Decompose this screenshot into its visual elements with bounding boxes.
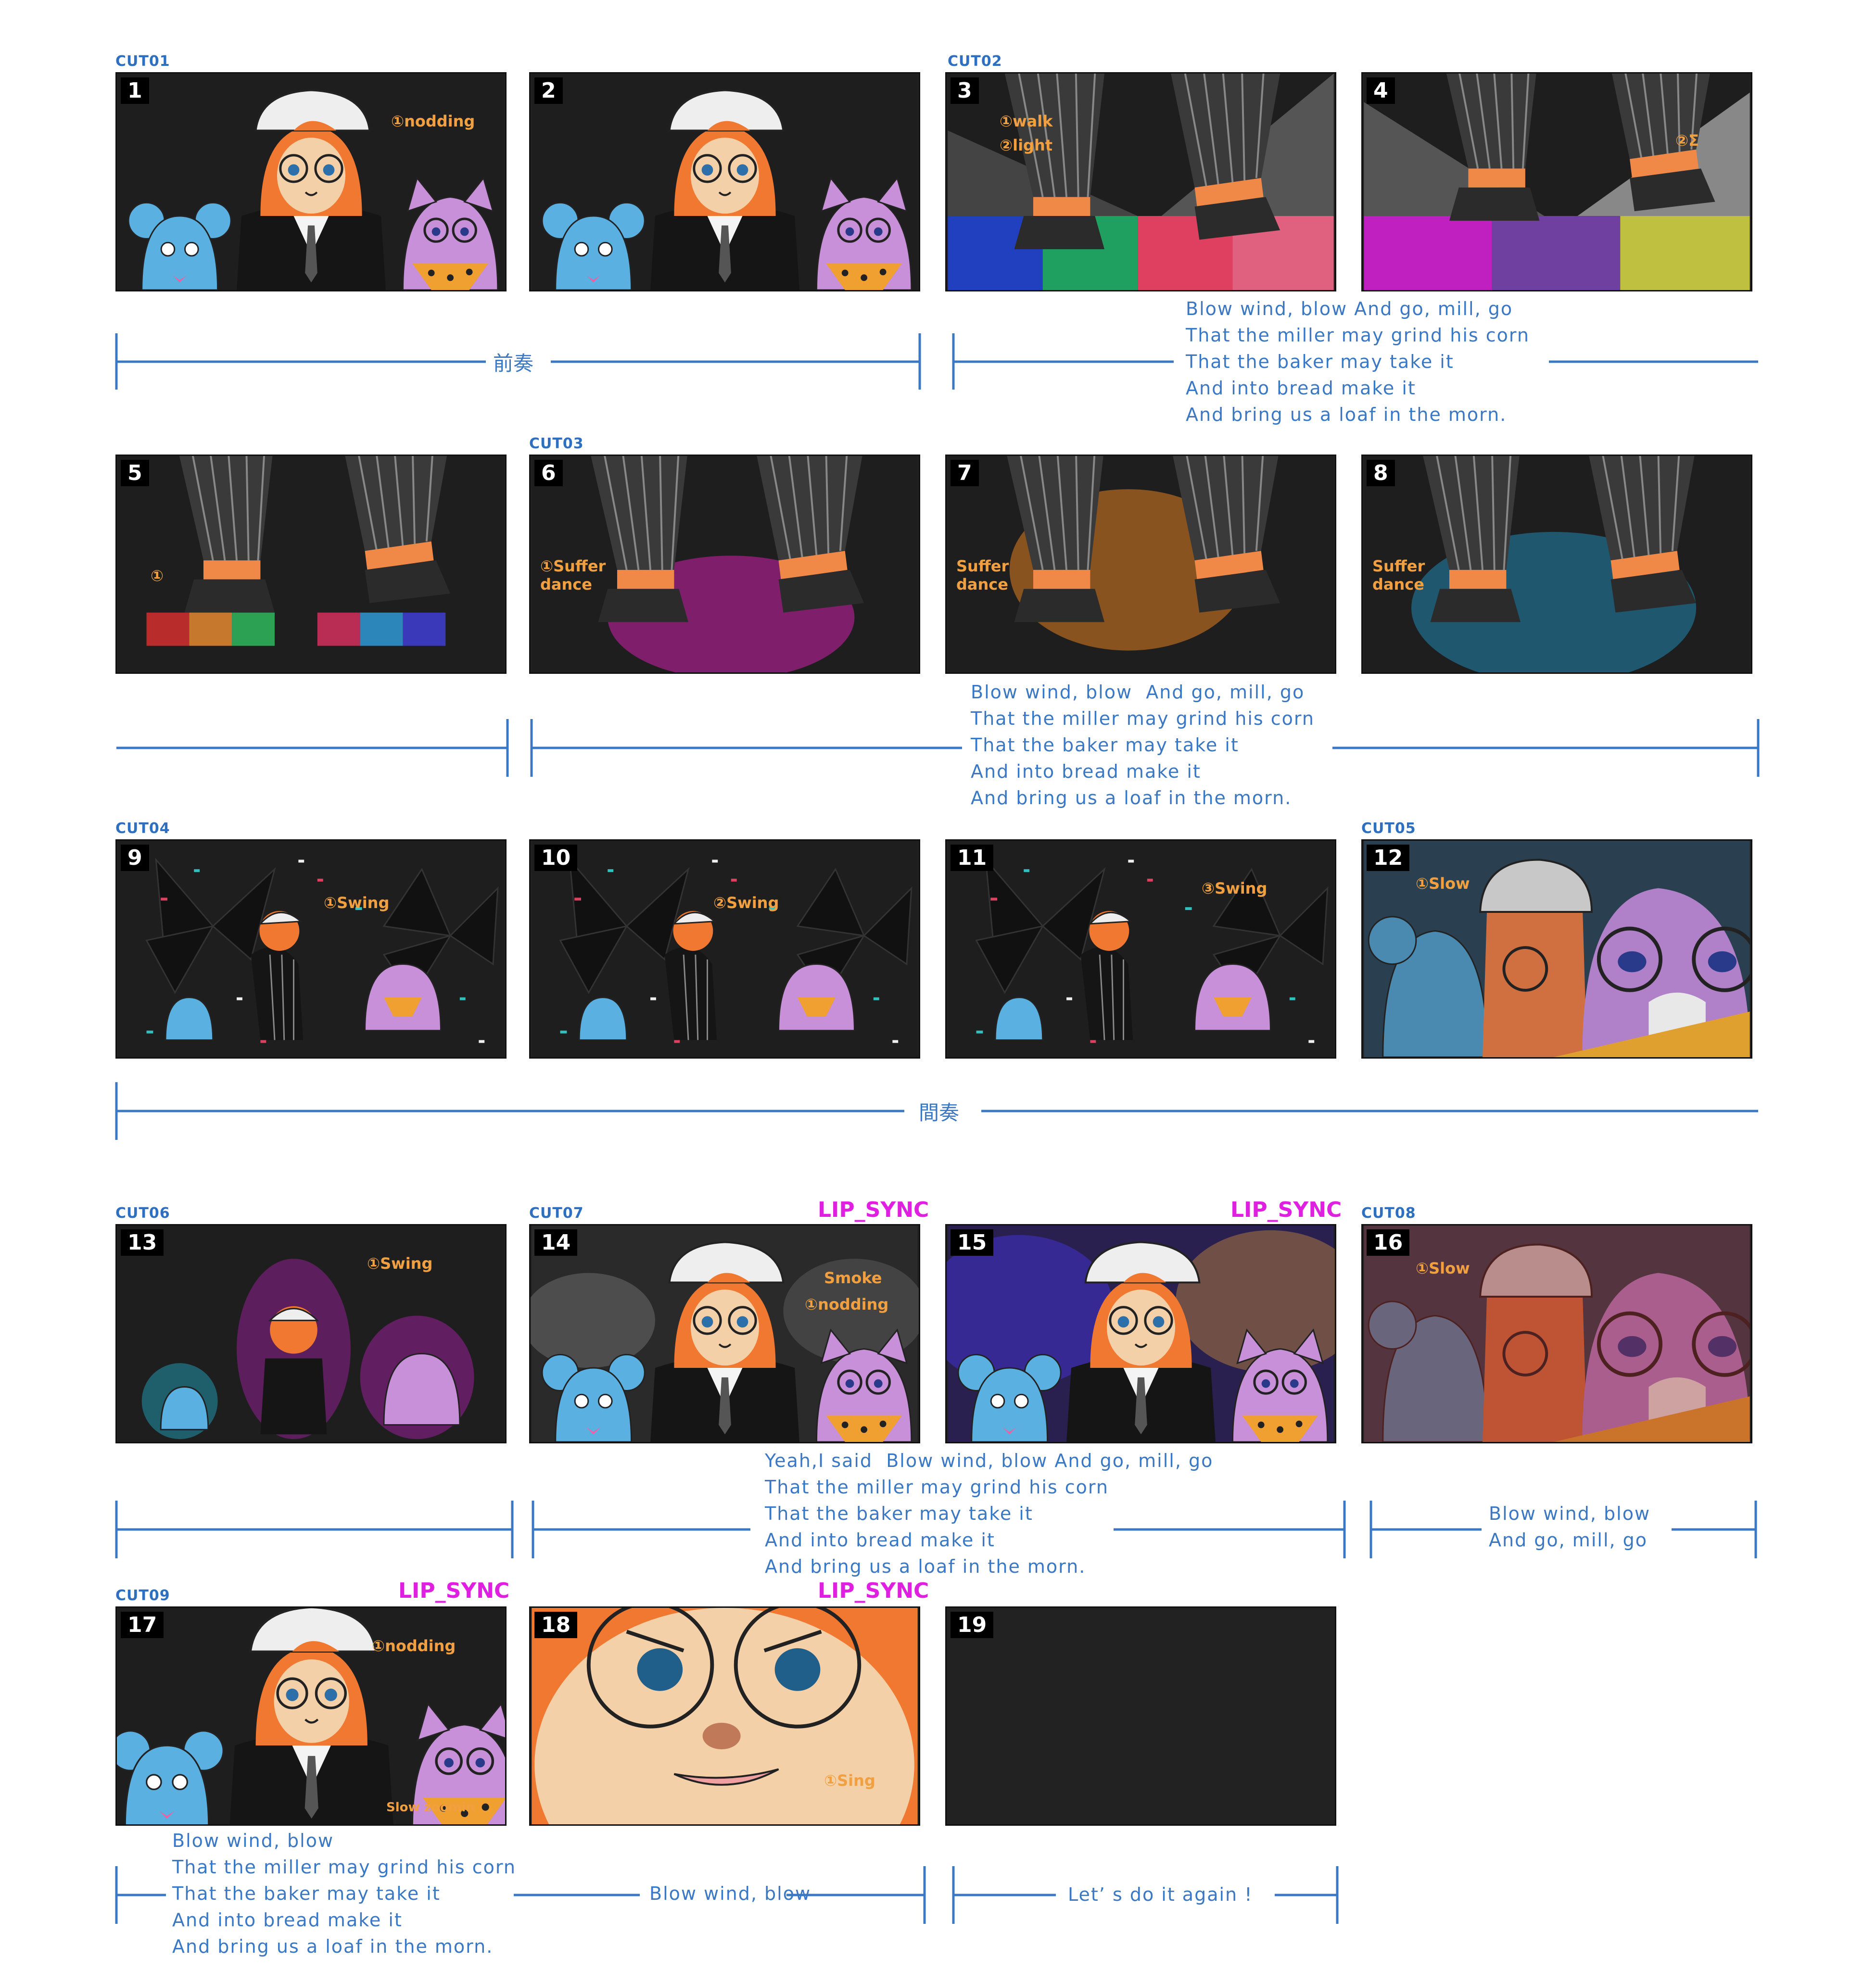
panel-5-illustration xyxy=(118,456,504,672)
direction-note: ① xyxy=(151,567,164,585)
direction-note-light: ②light xyxy=(1000,136,1053,154)
panel-number: 4 xyxy=(1367,77,1395,104)
direction-note: ①Swing xyxy=(324,894,390,912)
storyboard-panel-12[interactable]: 12 ①Slow xyxy=(1361,839,1752,1059)
panel-number: 3 xyxy=(951,77,979,104)
panel-11-illustration xyxy=(948,841,1334,1057)
panel-2-illustration xyxy=(532,74,918,290)
storyboard-panel-9[interactable]: 9 ①Swing xyxy=(115,839,507,1059)
cut-label-04: CUT04 xyxy=(115,820,170,837)
storyboard-panel-14[interactable]: 14 Smoke ①nodding xyxy=(529,1224,920,1443)
storyboard-panel-10[interactable]: 10 ②Swing xyxy=(529,839,920,1059)
panel-number: 18 xyxy=(534,1612,578,1638)
panel-number: 1 xyxy=(121,77,149,104)
lip-sync-tag-17: LIP_SYNC xyxy=(398,1579,510,1603)
panel-number: 13 xyxy=(121,1229,164,1256)
panel-number: 11 xyxy=(951,845,994,871)
lyrics-block-row5-right: Let’ s do it again ! xyxy=(1068,1884,1253,1905)
panel-number: 14 xyxy=(534,1229,578,1256)
panel-13-illustration xyxy=(118,1226,504,1442)
direction-note: ①Slow xyxy=(1416,1259,1470,1277)
panel-number: 8 xyxy=(1367,460,1395,486)
panel-number: 17 xyxy=(121,1612,164,1638)
direction-note-nodding: ①nodding xyxy=(372,1637,456,1655)
panel-10-illustration xyxy=(532,841,918,1057)
cut-label-05: CUT05 xyxy=(1361,820,1416,837)
storyboard-panel-15[interactable]: 15 xyxy=(945,1224,1336,1443)
lyrics-block-row5-left: Blow wind, blow That the miller may grin… xyxy=(172,1830,516,1957)
direction-note: Suffer dance xyxy=(1372,557,1425,594)
section-label-interlude: 間奏 xyxy=(919,1101,960,1124)
panel-number: 6 xyxy=(534,460,563,486)
panel-number: 5 xyxy=(121,460,149,486)
storyboard-panel-3[interactable]: 3 ①walk ②light xyxy=(945,72,1336,291)
storyboard-panel-8[interactable]: 8 Suffer dance xyxy=(1361,455,1752,674)
panel-9-illustration xyxy=(118,841,504,1057)
panel-15-illustration xyxy=(947,1226,1335,1442)
storyboard-panel-5[interactable]: 5 ① xyxy=(115,455,507,674)
panel-18-illustration xyxy=(531,1608,919,1824)
direction-note-walk: ①walk xyxy=(1000,112,1053,130)
panel-14-illustration xyxy=(531,1226,919,1442)
lyrics-block-row4: Yeah,I said Blow wind, blow And go, mill… xyxy=(765,1450,1214,1577)
storyboard-panel-4[interactable]: 4 ②Σ xyxy=(1361,72,1752,291)
panel-number: 15 xyxy=(951,1229,994,1256)
storyboard-panel-18[interactable]: 18 ①Sing xyxy=(529,1606,920,1826)
storyboard-panel-13[interactable]: 13 ①Swing xyxy=(115,1224,507,1443)
storyboard-panel-1[interactable]: 1 ①nodding xyxy=(115,72,507,291)
cut-label-01: CUT01 xyxy=(115,53,170,70)
panel-4-illustration xyxy=(1364,74,1750,290)
storyboard-panel-16[interactable]: 16 ①Slow xyxy=(1361,1224,1752,1443)
panel-number: 10 xyxy=(534,845,578,871)
storyboard-panel-11[interactable]: 11 ③Swing xyxy=(945,839,1336,1059)
direction-note-nodding: ①nodding xyxy=(805,1295,889,1314)
panel-number: 2 xyxy=(534,77,563,104)
direction-note: ③Swing xyxy=(1202,879,1268,897)
panel-3-illustration xyxy=(948,74,1334,290)
cut-label-02: CUT02 xyxy=(948,53,1002,70)
direction-note: ①Sing xyxy=(824,1771,875,1790)
cut-label-03: CUT03 xyxy=(529,435,584,452)
lip-sync-tag-15: LIP_SYNC xyxy=(1230,1198,1342,1222)
lyrics-block-row5-mid: Blow wind, blow xyxy=(649,1883,811,1904)
cut-label-09: CUT09 xyxy=(115,1587,170,1604)
direction-note: ②Σ xyxy=(1675,131,1699,150)
lip-sync-tag-18: LIP_SYNC xyxy=(818,1579,929,1603)
direction-note: ①nodding xyxy=(391,112,475,130)
cut-label-07: CUT07 xyxy=(529,1205,584,1222)
direction-note: ②Swing xyxy=(713,894,779,912)
cut-label-06: CUT06 xyxy=(115,1205,170,1222)
lyrics-block-row2: Blow wind, blow And go, mill, go That th… xyxy=(971,682,1315,809)
panel-12-illustration xyxy=(1363,841,1751,1057)
direction-note: ①Swing xyxy=(367,1254,433,1273)
panel-number: 16 xyxy=(1367,1229,1410,1256)
direction-note: ①Slow xyxy=(1416,874,1470,893)
storyboard-panel-17[interactable]: 17 ①nodding Slow zoomin xyxy=(115,1606,507,1826)
cut-label-08: CUT08 xyxy=(1361,1205,1416,1222)
panel-number: 9 xyxy=(121,845,149,871)
section-label-prelude: 前奏 xyxy=(493,352,534,375)
panel-number: 19 xyxy=(951,1612,994,1638)
storyboard-panel-6[interactable]: 6 ①Suffer dance xyxy=(529,455,920,674)
direction-note: Suffer dance xyxy=(956,557,1009,594)
panel-number: 7 xyxy=(951,460,979,486)
lyrics-block-row1: Blow wind, blow And go, mill, go That th… xyxy=(1186,298,1530,425)
direction-note: ①Suffer dance xyxy=(540,557,606,594)
panel-16-illustration xyxy=(1363,1226,1751,1442)
lip-sync-tag-14: LIP_SYNC xyxy=(818,1198,929,1222)
storyboard-panel-2[interactable]: 2 xyxy=(529,72,920,291)
direction-note-zoom: Slow zoomin xyxy=(386,1800,475,1815)
storyboard-panel-19[interactable]: 19 xyxy=(945,1606,1336,1826)
storyboard-panel-7[interactable]: 7 Suffer dance xyxy=(945,455,1336,674)
panel-number: 12 xyxy=(1367,845,1410,871)
lyrics-block-row4-right: Blow wind, blow And go, mill, go xyxy=(1489,1503,1651,1551)
panel-1-illustration xyxy=(118,74,504,290)
direction-note-smoke: Smoke xyxy=(824,1269,882,1287)
